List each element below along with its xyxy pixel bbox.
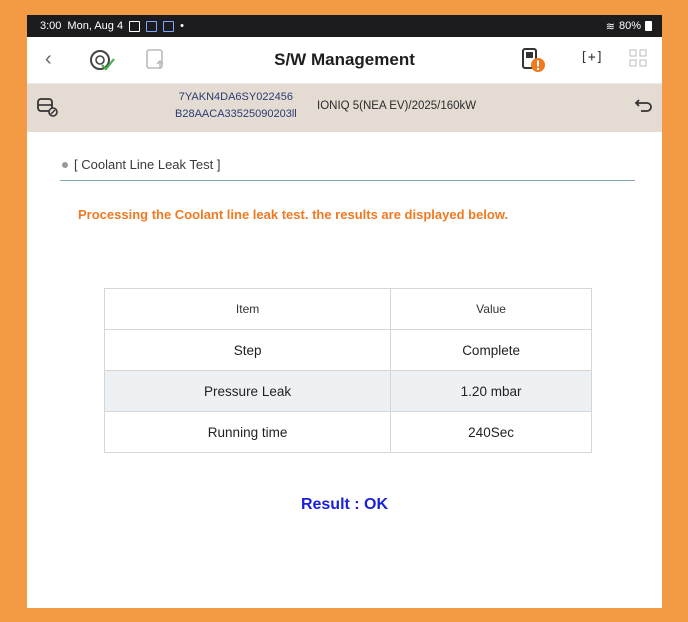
section-header: [ Coolant Line Leak Test ]	[62, 157, 220, 172]
more-notifications-icon: •	[180, 20, 184, 32]
car-settings-icon[interactable]	[36, 96, 60, 123]
status-bar: 3:00 Mon, Aug 4 • ≋ 80%	[27, 15, 662, 37]
status-time: 3:00	[40, 20, 62, 32]
cell-item: Running time	[103, 411, 392, 453]
wifi-icon: ≋	[605, 20, 615, 33]
table-header-row: Item Value	[103, 288, 592, 330]
cell-value: 1.20 mbar	[390, 370, 592, 412]
test-result: Result : OK	[300, 496, 389, 513]
column-header-value: Value	[390, 288, 592, 330]
column-header-item: Item	[103, 288, 392, 330]
page-title: S/W Management	[274, 50, 415, 69]
vehicle-model: IONIQ 5(NEA EV)/2025/160kW	[317, 100, 477, 112]
status-message: Processing the Coolant line leak test. t…	[78, 207, 509, 222]
cell-item: Pressure Leak	[103, 370, 392, 412]
grid-menu-icon[interactable]	[629, 49, 647, 72]
battery-icon	[645, 21, 652, 31]
section-title: [ Coolant Line Leak Test ]	[74, 157, 221, 172]
notification-icon	[146, 20, 158, 32]
status-date: Mon, Aug 4	[67, 20, 124, 32]
app-window: 3:00 Mon, Aug 4 • ≋ 80% ‹ S/W Management…	[27, 15, 662, 608]
battery-level: 80%	[618, 20, 641, 32]
vin-block: 7YAKN4DA6SY022456 B28AACA33525090203ll	[175, 89, 297, 123]
table-row: Running time 240Sec	[103, 411, 592, 453]
vci-alert-icon[interactable]	[518, 45, 548, 80]
section-divider	[60, 180, 635, 181]
return-icon[interactable]	[633, 96, 653, 121]
app-bar: ‹ S/W Management [+]	[27, 37, 662, 84]
vehicle-code: B28AACA33525090203ll	[175, 108, 297, 120]
capture-icon[interactable]: [+]	[580, 50, 603, 65]
vehicle-info-bar: 7YAKN4DA6SY022456 B28AACA33525090203ll I…	[27, 84, 662, 132]
cell-value: 240Sec	[390, 411, 592, 453]
notification-icon-2	[163, 20, 175, 32]
gallery-icon	[129, 20, 141, 32]
table-row: Pressure Leak 1.20 mbar	[103, 370, 592, 412]
results-table: Item Value Step Complete Pressure Leak 1…	[103, 288, 592, 453]
table-row: Step Complete	[103, 329, 592, 371]
cell-value: Complete	[390, 329, 592, 371]
cell-item: Step	[103, 329, 392, 371]
vin-number: 7YAKN4DA6SY022456	[178, 91, 293, 103]
bullet-icon	[62, 161, 68, 168]
